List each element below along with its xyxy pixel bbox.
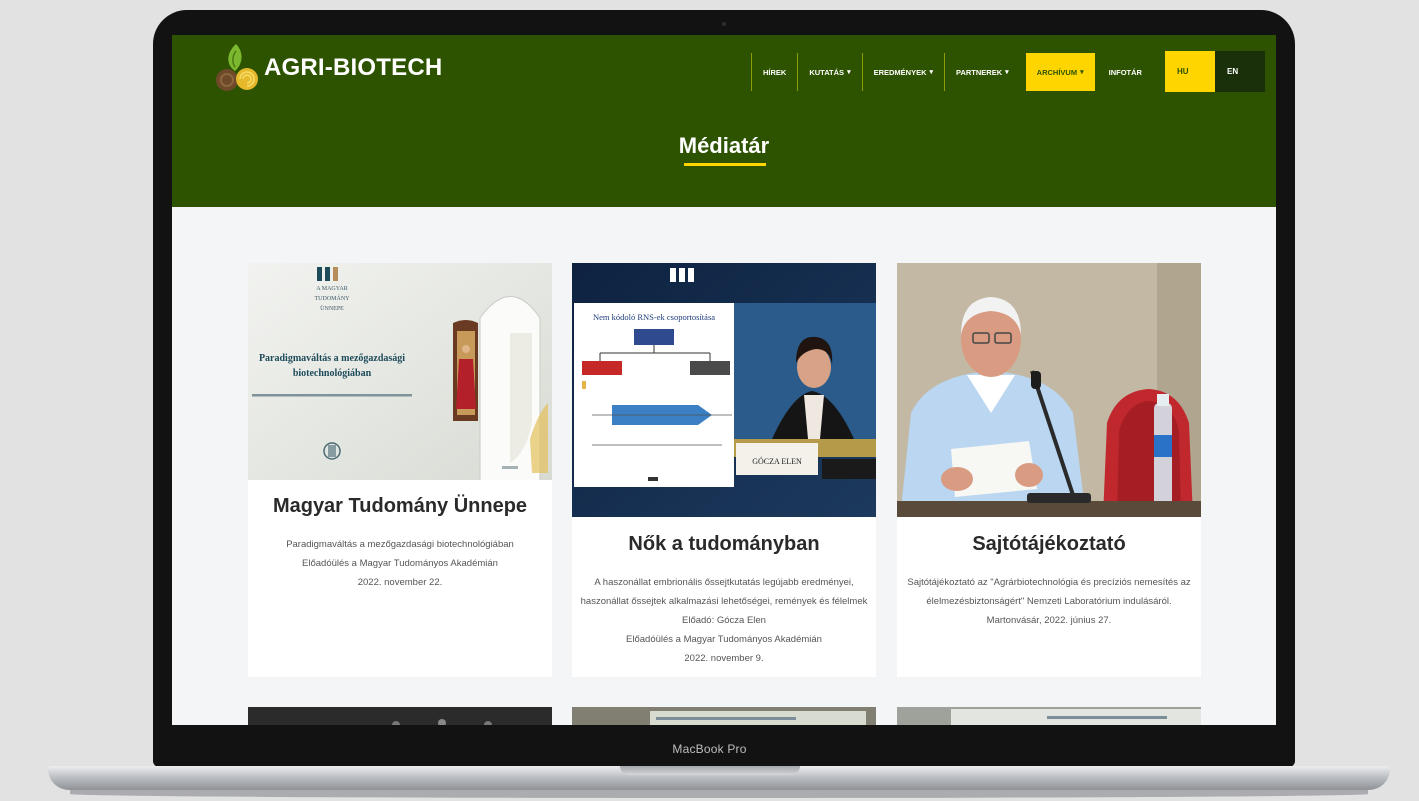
chevron-down-icon: ▾	[847, 69, 851, 76]
media-card-mtu[interactable]: A MAGYAR TUDOMÁNY ÜNNEPE Paradigmaváltás…	[248, 263, 552, 677]
nav-label: HÍREK	[763, 67, 787, 77]
lang-hu-button[interactable]: HU	[1165, 51, 1215, 92]
media-card-nok[interactable]: Nem kódoló RNS-ek csoportosítása GÓCZA E…	[572, 263, 876, 677]
main-nav: HÍREK KUTATÁS ▾ EREDMÉNYEK ▾ PARTNEREK ▾…	[751, 53, 1153, 91]
slide-title: Nem kódoló RNS-ek csoportosítása	[593, 312, 715, 322]
lang-en-button[interactable]: EN	[1215, 51, 1265, 92]
lecture-photo-image: Nem kódoló RNS-ek csoportosítása GÓCZA E…	[572, 263, 876, 517]
card-thumbnail-partial	[897, 707, 1201, 725]
card-thumbnail[interactable]	[897, 263, 1201, 517]
card-title[interactable]: Nők a tudományban	[572, 533, 876, 556]
poster-headline: Paradigmaváltás a mezőgazdasági	[259, 353, 405, 364]
site-header: AGRI-BIOTECH HÍREK KUTATÁS ▾ EREDMÉNYEK …	[172, 35, 1276, 207]
webcam	[722, 22, 726, 26]
nav-item-eredmenyek[interactable]: EREDMÉNYEK ▾	[861, 53, 944, 91]
poster-headline: biotechnológiában	[293, 368, 372, 379]
nav-item-hirek[interactable]: HÍREK	[751, 53, 797, 91]
nav-label: INFOTÁR	[1108, 67, 1142, 77]
card-description-line: 2022. november 9.	[684, 653, 764, 664]
card-description-line: 2022. november 22.	[357, 577, 443, 588]
nav-item-archivum[interactable]: ARCHÍVUM ▾	[1025, 53, 1095, 91]
card-title[interactable]: Sajtótájékoztató	[897, 533, 1201, 556]
language-switcher: HU EN	[1165, 51, 1265, 92]
poster-kicker: A MAGYAR	[316, 286, 348, 292]
nav-item-partnerek[interactable]: PARTNEREK ▾	[944, 53, 1020, 91]
card-thumbnail-partial	[248, 707, 552, 725]
poster-kicker: TUDOMÁNY	[315, 294, 351, 302]
card-description-line: Előadó: Gócza Elen	[682, 615, 766, 626]
nav-item-kutatas[interactable]: KUTATÁS ▾	[797, 53, 861, 91]
card-description: Sajtótájékoztató az "Agrárbiotechnológia…	[897, 573, 1201, 630]
card-thumbnail[interactable]: Nem kódoló RNS-ek csoportosítása GÓCZA E…	[572, 263, 876, 517]
card-description-line: élelmezésbiztonságért" Nemzeti Laboratór…	[926, 596, 1172, 607]
laptop-shadow	[70, 790, 1368, 798]
speaker-nameplate: GÓCZA ELEN	[752, 456, 802, 466]
media-card-partial[interactable]	[897, 707, 1201, 725]
chevron-down-icon: ▾	[929, 69, 934, 76]
chevron-down-icon: ▾	[1005, 69, 1009, 76]
media-card-partial[interactable]	[572, 707, 876, 725]
card-description-line: Paradigmaváltás a mezőgazdasági biotechn…	[286, 539, 514, 550]
card-thumbnail[interactable]: A MAGYAR TUDOMÁNY ÜNNEPE Paradigmaváltás…	[248, 263, 552, 480]
card-description-line: Előadóülés a Magyar Tudományos Akadémián	[626, 634, 822, 645]
laptop-notch	[620, 766, 800, 775]
device-label: MacBook Pro	[672, 742, 747, 756]
card-thumbnail-partial	[572, 707, 876, 725]
card-description-line: Martonvásár, 2022. június 27.	[986, 615, 1112, 626]
nav-label: ARCHÍVUM	[1036, 67, 1078, 77]
card-description: Paradigmaváltás a mezőgazdasági biotechn…	[248, 535, 552, 592]
media-card-sajto[interactable]: Sajtótájékoztató Sajtótájékoztató az "Ag…	[897, 263, 1201, 677]
card-description: A haszonállat embrionális őssejtkutatás …	[572, 573, 876, 668]
nav-item-infotar[interactable]: INFOTÁR	[1098, 53, 1153, 91]
card-description-line: Előadóülés a Magyar Tudományos Akadémián	[302, 558, 498, 569]
page-title: Médiatár	[678, 133, 770, 158]
nav-label: PARTNEREK	[956, 67, 1003, 77]
leaf-logo-icon	[216, 44, 258, 91]
card-description-line: haszonállat őssejtek alkalmazási lehetős…	[580, 596, 868, 607]
nav-label: KUTATÁS	[809, 67, 845, 77]
card-description-line: Sajtótájékoztató az "Agrárbiotechnológia…	[907, 577, 1191, 588]
card-title[interactable]: Magyar Tudomány Ünnepe	[248, 495, 552, 518]
nav-label: EREDMÉNYEK	[873, 67, 927, 77]
title-underline	[684, 163, 766, 166]
event-poster-image: A MAGYAR TUDOMÁNY ÜNNEPE Paradigmaváltás…	[248, 263, 552, 480]
media-card-partial[interactable]	[248, 707, 552, 725]
chevron-down-icon: ▾	[1080, 69, 1084, 76]
site-name: AGRI-BIOTECH	[264, 54, 443, 81]
poster-kicker: ÜNNEPE	[320, 305, 344, 312]
card-description-line: A haszonállat embrionális őssejtkutatás …	[594, 577, 854, 588]
press-conference-photo	[897, 263, 1201, 517]
site-logo[interactable]: AGRI-BIOTECH	[214, 42, 442, 94]
browser-viewport: AGRI-BIOTECH HÍREK KUTATÁS ▾ EREDMÉNYEK …	[172, 35, 1276, 725]
